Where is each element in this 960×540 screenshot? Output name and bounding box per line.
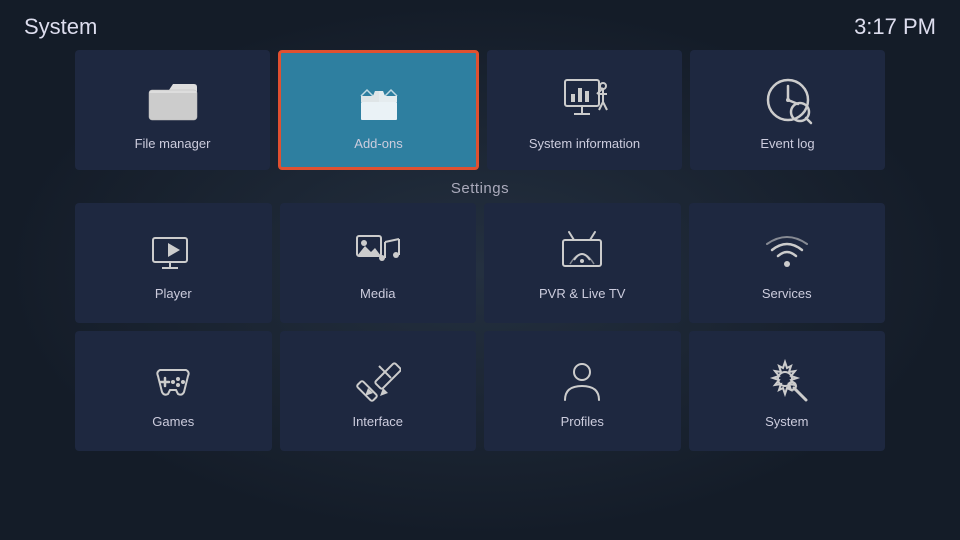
tile-system-information[interactable]: System information (487, 50, 682, 170)
tile-system-label: System (765, 414, 808, 429)
sysinfo-icon (559, 74, 611, 126)
tile-event-log-label: Event log (760, 136, 814, 151)
tile-media[interactable]: Media (280, 203, 477, 323)
settings-section-label: Settings (0, 180, 960, 197)
player-icon (150, 230, 196, 276)
eventlog-icon (762, 74, 814, 126)
header: System 3:17 PM (0, 0, 960, 46)
tile-pvr-live-tv-label: PVR & Live TV (539, 286, 625, 301)
page-title: System (24, 14, 97, 40)
media-icon (355, 230, 401, 276)
tile-file-manager-label: File manager (135, 136, 211, 151)
tile-games[interactable]: Games (75, 331, 272, 451)
services-icon (764, 230, 810, 276)
tile-media-label: Media (360, 286, 395, 301)
tile-interface[interactable]: Interface (280, 331, 477, 451)
games-icon (150, 358, 196, 404)
pvr-icon (559, 230, 605, 276)
tile-add-ons-label: Add-ons (354, 136, 402, 151)
tile-player-label: Player (155, 286, 192, 301)
tile-add-ons[interactable]: Add-ons (278, 50, 479, 170)
tile-file-manager[interactable]: File manager (75, 50, 270, 170)
tile-profiles-label: Profiles (561, 414, 604, 429)
tile-games-label: Games (152, 414, 194, 429)
tile-services[interactable]: Services (689, 203, 886, 323)
interface-icon (355, 358, 401, 404)
tile-player[interactable]: Player (75, 203, 272, 323)
tile-profiles[interactable]: Profiles (484, 331, 681, 451)
tile-system[interactable]: System (689, 331, 886, 451)
tile-services-label: Services (762, 286, 812, 301)
settings-grid: Player Media PVR & (0, 203, 960, 451)
folder-icon (147, 74, 199, 126)
tile-pvr-live-tv[interactable]: PVR & Live TV (484, 203, 681, 323)
addons-icon (353, 74, 405, 126)
profiles-icon (559, 358, 605, 404)
tile-system-information-label: System information (529, 136, 640, 151)
top-tiles-row: File manager Add-ons (0, 50, 960, 170)
system-icon (764, 358, 810, 404)
tile-event-log[interactable]: Event log (690, 50, 885, 170)
clock: 3:17 PM (854, 14, 936, 40)
tile-interface-label: Interface (352, 414, 403, 429)
